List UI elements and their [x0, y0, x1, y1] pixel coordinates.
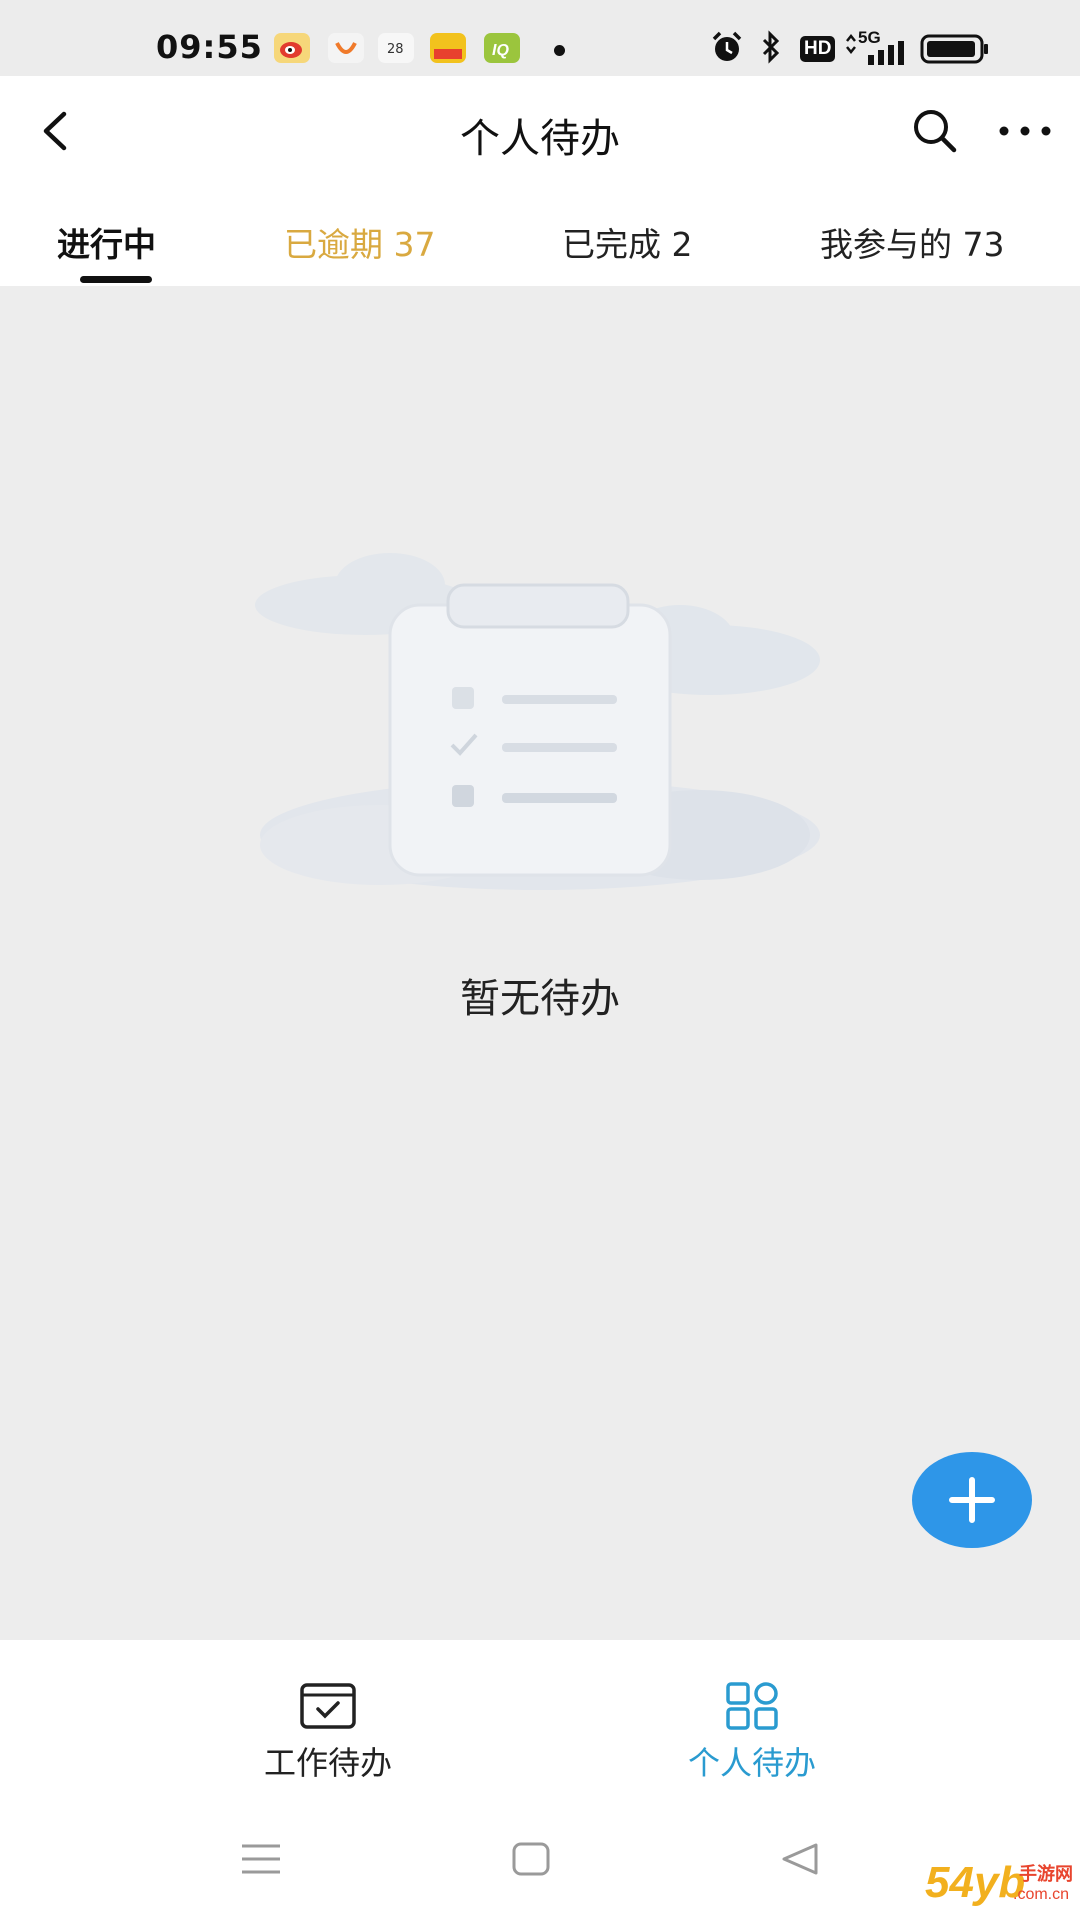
more-button[interactable]: [996, 106, 1056, 156]
nav-work-todo-label: 工作待办: [263, 1744, 392, 1782]
watermark-text: 54yb: [925, 1858, 1026, 1907]
status-time: 09:55: [156, 28, 263, 66]
tab-bar: 进行中 已逾期 37 已完成 2 我参与的 73: [0, 186, 1080, 286]
game-app-icon: [430, 33, 466, 63]
watermark-logo: 54yb 手游网 .com.cn: [925, 1858, 1075, 1914]
hd-icon: HD: [800, 36, 836, 62]
active-tab-indicator: [80, 276, 152, 283]
signal-5g-icon: 5G: [844, 28, 910, 65]
nav-personal-todo-label: 个人待办: [687, 1744, 816, 1782]
plus-icon: [949, 1477, 995, 1523]
more-horizontal-icon: [999, 126, 1051, 136]
notification-dot-icon: [554, 45, 565, 56]
empty-state-text: 暂无待办: [460, 976, 620, 1022]
app-header: 个人待办: [0, 76, 1080, 186]
nav-personal-todo[interactable]: 个人待办: [652, 1682, 852, 1782]
watermark-domain: .com.cn: [1013, 1886, 1070, 1903]
bottom-nav: 工作待办 个人待办: [0, 1640, 1080, 1790]
inbox-check-icon: [300, 1683, 356, 1729]
grid-icon: [726, 1682, 778, 1730]
search-icon: [914, 110, 957, 153]
hd-label: HD: [804, 38, 832, 59]
calendar-day: 28: [387, 42, 404, 57]
didi-icon: [328, 33, 364, 63]
alarm-icon: [712, 31, 742, 61]
tab-in-progress[interactable]: 进行中: [57, 218, 156, 266]
svg-text:IQ: IQ: [492, 42, 509, 59]
system-navigation-bar: [0, 1790, 1080, 1920]
tab-participated[interactable]: 我参与的 73: [820, 218, 1004, 266]
tab-overdue[interactable]: 已逾期 37: [284, 218, 435, 266]
nav-work-todo[interactable]: 工作待办: [228, 1682, 428, 1782]
battery-icon: [920, 34, 988, 64]
add-todo-button[interactable]: [912, 1452, 1032, 1548]
status-bar: 09:55 28 IQ HD 5G: [0, 0, 1080, 76]
calendar-icon: 28: [378, 33, 414, 63]
menu-icon[interactable]: [240, 1842, 282, 1876]
bluetooth-icon: [762, 30, 780, 64]
home-icon[interactable]: [512, 1842, 550, 1876]
tab-completed[interactable]: 已完成 2: [562, 218, 693, 266]
weibo-icon: [274, 33, 310, 63]
watermark-sub: 手游网: [1019, 1864, 1073, 1884]
back-triangle-icon[interactable]: [780, 1842, 820, 1876]
iq-app-icon: IQ: [484, 33, 520, 63]
clipboard-checklist-illustration: [255, 553, 820, 890]
search-button[interactable]: [908, 106, 964, 156]
